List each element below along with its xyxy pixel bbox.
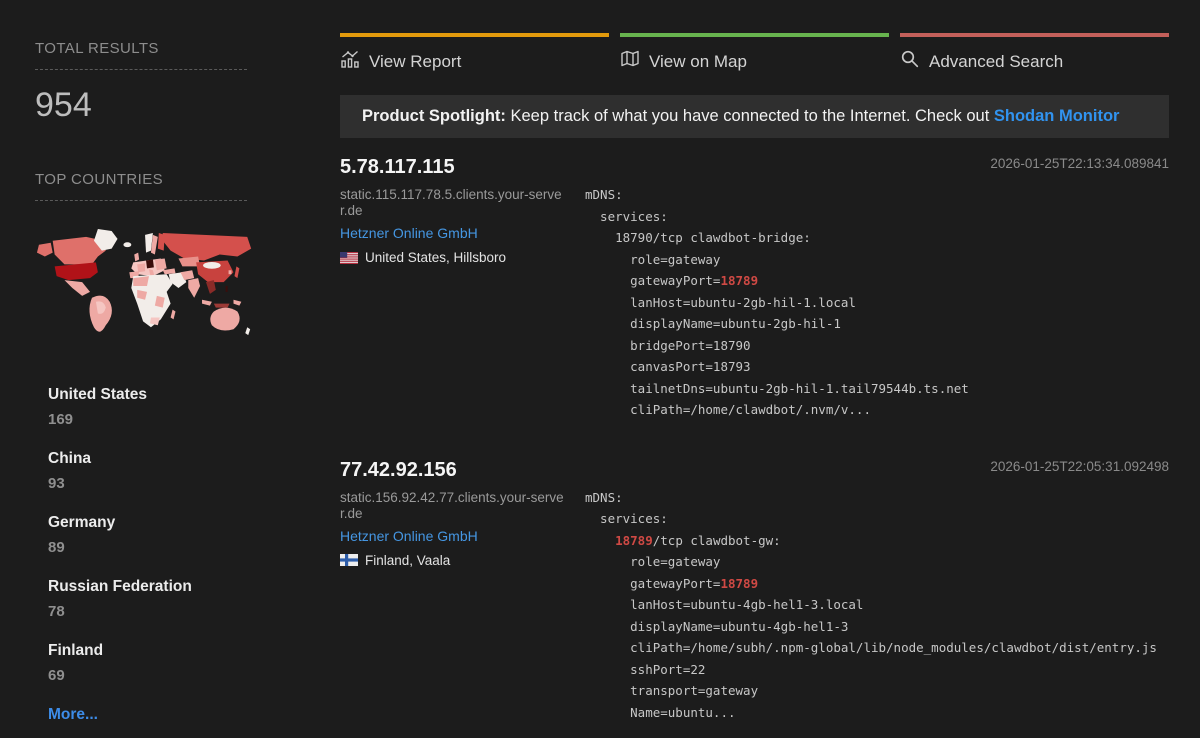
result-row: 5.78.117.115 static.115.117.78.5.clients…	[340, 156, 1169, 421]
result-data: 2026-01-25T22:05:31.092498 mDNS: service…	[580, 459, 1169, 724]
result-hostname: static.156.92.42.77.clients.your-server.…	[340, 490, 568, 522]
finland-flag-icon	[340, 554, 358, 566]
top-countries-heading: TOP COUNTRIES	[35, 171, 247, 201]
view-report-button[interactable]: View Report	[340, 33, 609, 74]
result-location: Finland, Vaala	[340, 553, 580, 568]
result-location: United States, Hillsboro	[340, 250, 580, 265]
top-countries-list: United States 169 China 93 Germany 89 Ru…	[35, 386, 300, 724]
country-item-china[interactable]: China 93	[35, 450, 300, 492]
result-location-text: United States, Hillsboro	[365, 250, 506, 265]
result-timestamp: 2026-01-25T22:13:34.089841	[585, 156, 1169, 171]
country-item-germany[interactable]: Germany 89	[35, 514, 300, 556]
result-row: 77.42.92.156 static.156.92.42.77.clients…	[340, 459, 1169, 724]
country-item-united-states[interactable]: United States 169	[35, 386, 300, 428]
more-countries-link[interactable]: More...	[35, 706, 300, 724]
country-count: 69	[48, 667, 300, 684]
country-count: 78	[48, 603, 300, 620]
result-banner-data: mDNS: services: 18789/tcp clawdbot-gw: r…	[585, 487, 1169, 724]
tab-label: View on Map	[649, 52, 747, 72]
result-hostname: static.115.117.78.5.clients.your-server.…	[340, 187, 568, 219]
total-results-value: 954	[35, 86, 300, 125]
search-icon	[900, 49, 920, 74]
tab-label: View Report	[369, 52, 461, 72]
shodan-results-page: TOTAL RESULTS 954 TOP COUNTRIES	[0, 0, 1200, 738]
total-results-heading: TOTAL RESULTS	[35, 40, 247, 70]
result-ip-link[interactable]: 5.78.117.115	[340, 156, 580, 179]
shodan-monitor-link[interactable]: Shodan Monitor	[994, 107, 1120, 125]
country-name[interactable]: United States	[48, 386, 300, 404]
result-location-text: Finland, Vaala	[365, 553, 450, 568]
country-name[interactable]: Russian Federation	[48, 578, 300, 596]
country-count: 89	[48, 539, 300, 556]
advanced-search-button[interactable]: Advanced Search	[900, 33, 1169, 74]
banner-title: Product Spotlight:	[362, 107, 506, 125]
product-spotlight-banner: Product Spotlight: Keep track of what yo…	[340, 95, 1169, 138]
country-item-finland[interactable]: Finland 69	[35, 642, 300, 684]
result-data: 2026-01-25T22:13:34.089841 mDNS: service…	[580, 156, 1169, 421]
result-org-link[interactable]: Hetzner Online GmbH	[340, 528, 580, 544]
action-tabs: View Report View on Map	[340, 33, 1169, 74]
results-main: View Report View on Map	[340, 0, 1169, 738]
map-icon	[620, 49, 640, 74]
report-chart-icon	[340, 49, 360, 74]
country-count: 93	[48, 475, 300, 492]
country-name[interactable]: China	[48, 450, 300, 468]
country-name[interactable]: Finland	[48, 642, 300, 660]
country-count: 169	[48, 411, 300, 428]
view-on-map-button[interactable]: View on Map	[620, 33, 889, 74]
world-map-choropleth	[35, 227, 261, 350]
banner-text: Keep track of what you have connected to…	[506, 107, 994, 125]
result-timestamp: 2026-01-25T22:05:31.092498	[585, 459, 1169, 474]
result-org-link[interactable]: Hetzner Online GmbH	[340, 225, 580, 241]
tab-label: Advanced Search	[929, 52, 1063, 72]
country-item-russian-federation[interactable]: Russian Federation 78	[35, 578, 300, 620]
result-meta: 5.78.117.115 static.115.117.78.5.clients…	[340, 156, 580, 421]
country-name[interactable]: Germany	[48, 514, 300, 532]
result-ip-link[interactable]: 77.42.92.156	[340, 459, 580, 482]
united-states-flag-icon	[340, 252, 358, 264]
result-meta: 77.42.92.156 static.156.92.42.77.clients…	[340, 459, 580, 724]
result-banner-data: mDNS: services: 18790/tcp clawdbot-bridg…	[585, 184, 1169, 421]
facet-sidebar: TOTAL RESULTS 954 TOP COUNTRIES	[35, 0, 300, 738]
